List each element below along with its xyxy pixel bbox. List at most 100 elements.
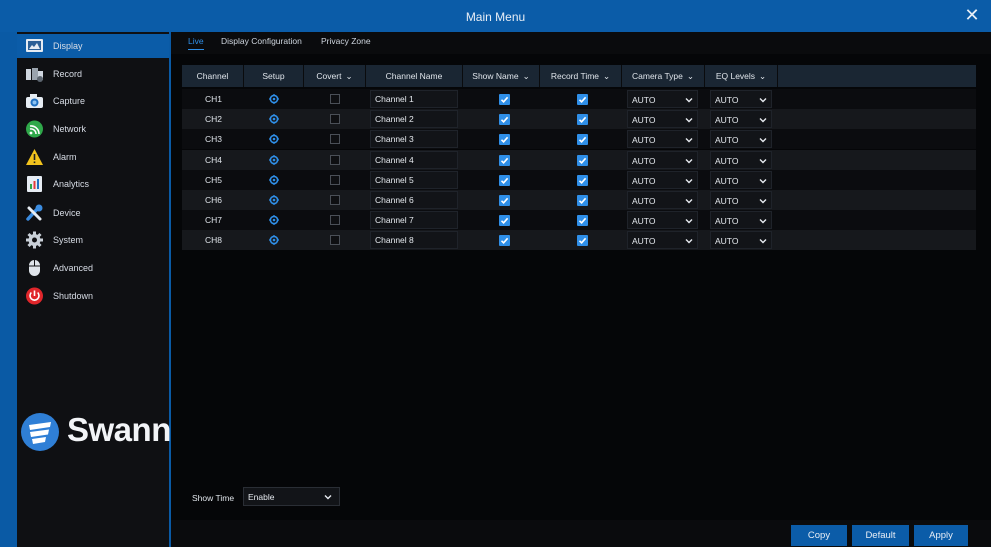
tab-live[interactable]: Live bbox=[188, 36, 204, 50]
chevron-down-icon bbox=[685, 239, 693, 244]
show-name-checkbox[interactable] bbox=[499, 235, 510, 247]
record-time-checkbox[interactable] bbox=[577, 215, 588, 227]
setup-gear-icon[interactable] bbox=[269, 114, 279, 125]
channel-name-input[interactable]: Channel 8 bbox=[370, 231, 458, 250]
eq-levels-select[interactable]: AUTO bbox=[710, 110, 772, 129]
sidebar-item-shutdown[interactable]: Shutdown bbox=[17, 284, 169, 308]
setup-gear-icon[interactable] bbox=[269, 154, 279, 165]
eq-levels-select[interactable]: AUTO bbox=[710, 231, 772, 250]
alarm-icon bbox=[26, 149, 43, 165]
setup-gear-icon[interactable] bbox=[269, 235, 279, 246]
sidebar-item-device[interactable]: Device bbox=[17, 201, 169, 225]
show-name-checkbox[interactable] bbox=[499, 195, 510, 206]
record-time-checkbox[interactable] bbox=[577, 114, 588, 126]
channel-name-input[interactable]: Channel 5 bbox=[370, 170, 458, 189]
checkmark-icon bbox=[500, 116, 509, 124]
camera-type-select[interactable]: AUTO bbox=[627, 90, 698, 108]
table-row: CH4 Channel 4 AUTO AUTO bbox=[182, 149, 976, 170]
covert-checkbox[interactable] bbox=[330, 195, 340, 205]
camera-type-select[interactable]: AUTO bbox=[627, 170, 698, 189]
channel-name-input[interactable]: Channel 1 bbox=[370, 90, 458, 108]
channel-name-input[interactable]: Channel 4 bbox=[370, 150, 458, 169]
camera-type-select[interactable]: AUTO bbox=[627, 191, 698, 209]
eq-levels-select[interactable]: AUTO bbox=[710, 90, 772, 108]
record-time-checkbox[interactable] bbox=[577, 154, 588, 166]
column-header-camera-type[interactable]: Camera Type ⌄ bbox=[622, 65, 705, 87]
sidebar-item-display[interactable]: Display bbox=[17, 34, 169, 58]
covert-checkbox[interactable] bbox=[330, 154, 340, 165]
record-time-checkbox[interactable] bbox=[577, 174, 588, 186]
eq-levels-value: AUTO bbox=[715, 216, 739, 227]
camera-type-select[interactable]: AUTO bbox=[627, 231, 698, 250]
camera-type-select[interactable]: AUTO bbox=[627, 130, 698, 149]
sidebar-item-analytics[interactable]: Analytics bbox=[17, 172, 169, 196]
camera-type-select[interactable]: AUTO bbox=[627, 110, 698, 129]
covert-checkbox[interactable] bbox=[330, 94, 340, 104]
copy-button[interactable]: Copy bbox=[791, 525, 847, 546]
eq-levels-value: AUTO bbox=[715, 196, 739, 206]
brand-name: Swann bbox=[67, 411, 171, 448]
eq-levels-select[interactable]: AUTO bbox=[710, 191, 772, 209]
show-name-checkbox[interactable] bbox=[499, 114, 510, 126]
setup-gear-icon[interactable] bbox=[269, 134, 279, 145]
column-header-show-name[interactable]: Show Name ⌄ bbox=[463, 65, 540, 87]
close-icon[interactable]: ✕ bbox=[963, 5, 981, 25]
camera-type-select[interactable]: AUTO bbox=[627, 150, 698, 169]
column-header-covert[interactable]: Covert ⌄ bbox=[304, 65, 366, 87]
sidebar-item-record[interactable]: Record bbox=[17, 62, 169, 86]
setup-gear-icon[interactable] bbox=[269, 215, 279, 226]
channel-name-input[interactable]: Channel 7 bbox=[370, 211, 458, 230]
record-time-checkbox[interactable] bbox=[577, 134, 588, 146]
show-time-select[interactable]: Enable bbox=[243, 487, 340, 506]
checkmark-icon bbox=[500, 238, 509, 245]
show-name-checkbox[interactable] bbox=[499, 215, 510, 227]
sidebar-item-network[interactable]: Network bbox=[17, 117, 169, 141]
eq-levels-value: AUTO bbox=[715, 175, 739, 186]
show-name-checkbox[interactable] bbox=[499, 134, 510, 146]
setup-gear-icon[interactable] bbox=[269, 195, 279, 205]
chevron-down-icon bbox=[685, 118, 693, 123]
record-time-checkbox[interactable] bbox=[577, 94, 588, 105]
covert-checkbox[interactable] bbox=[330, 174, 340, 185]
record-time-checkbox[interactable] bbox=[577, 195, 588, 206]
table-row: CH1 Channel 1 AUTO AUTO bbox=[182, 89, 976, 109]
setup-gear-icon[interactable] bbox=[269, 174, 279, 185]
channel-id: CH1 bbox=[205, 94, 223, 104]
brand-logo: Swann bbox=[20, 409, 171, 453]
covert-checkbox[interactable] bbox=[330, 134, 340, 145]
camera-type-select[interactable]: AUTO bbox=[627, 211, 698, 230]
apply-button[interactable]: Apply bbox=[914, 525, 968, 546]
eq-levels-select[interactable]: AUTO bbox=[710, 150, 772, 169]
show-name-checkbox[interactable] bbox=[499, 174, 510, 186]
show-name-checkbox[interactable] bbox=[499, 94, 510, 105]
channel-name-input[interactable]: Channel 3 bbox=[370, 130, 458, 149]
sidebar-item-alarm[interactable]: Alarm bbox=[17, 145, 169, 169]
covert-checkbox[interactable] bbox=[330, 215, 340, 226]
show-name-checkbox[interactable] bbox=[499, 154, 510, 166]
covert-checkbox[interactable] bbox=[330, 114, 340, 125]
column-header-record-time[interactable]: Record Time ⌄ bbox=[540, 65, 622, 87]
eq-levels-select[interactable]: AUTO bbox=[710, 130, 772, 149]
covert-checkbox[interactable] bbox=[330, 235, 340, 246]
chevron-down-icon bbox=[759, 199, 767, 204]
sidebar-item-advanced[interactable]: Advanced bbox=[17, 256, 169, 280]
default-button[interactable]: Default bbox=[852, 525, 909, 546]
sidebar-item-label: Advanced bbox=[53, 263, 94, 273]
column-header-eq-levels[interactable]: EQ Levels ⌄ bbox=[705, 65, 778, 87]
tab-privacy-zone[interactable]: Privacy Zone bbox=[321, 36, 371, 50]
channel-id: CH4 bbox=[205, 154, 223, 165]
record-time-checkbox[interactable] bbox=[577, 235, 588, 247]
eq-levels-value: AUTO bbox=[715, 115, 739, 126]
sidebar-item-label: Device bbox=[53, 208, 81, 218]
setup-gear-icon[interactable] bbox=[269, 94, 279, 104]
sidebar-item-capture[interactable]: Capture bbox=[17, 89, 169, 113]
channel-name-input[interactable]: Channel 6 bbox=[370, 191, 458, 209]
channel-name-input[interactable]: Channel 2 bbox=[370, 110, 458, 129]
eq-levels-select[interactable]: AUTO bbox=[710, 211, 772, 230]
eq-levels-value: AUTO bbox=[715, 95, 739, 105]
eq-levels-select[interactable]: AUTO bbox=[710, 170, 772, 189]
sidebar-item-system[interactable]: System bbox=[17, 228, 169, 252]
chevron-down-icon bbox=[759, 138, 767, 143]
record-icon bbox=[26, 68, 43, 82]
tab-display-configuration[interactable]: Display Configuration bbox=[221, 36, 302, 50]
